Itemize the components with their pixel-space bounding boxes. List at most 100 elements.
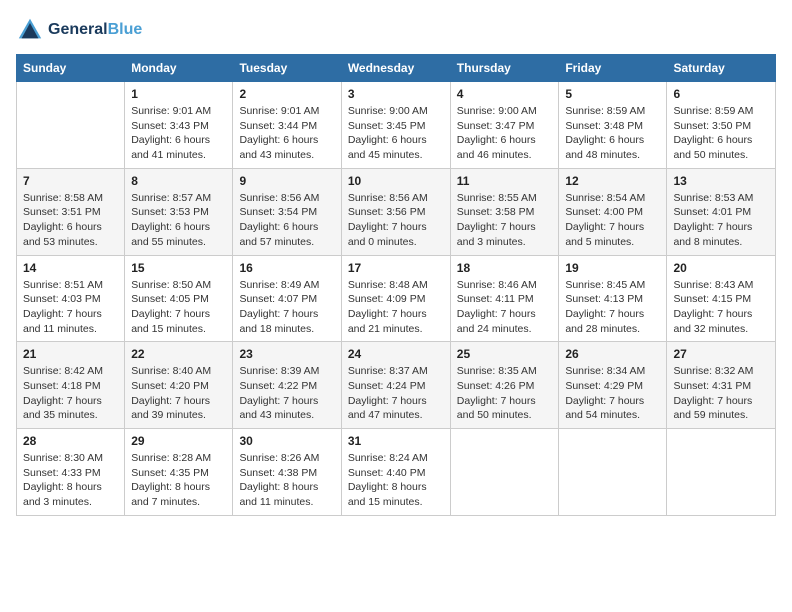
day-info: Sunrise: 9:01 AMSunset: 3:43 PMDaylight:… [131,104,226,163]
day-number: 26 [565,347,660,361]
day-info: Sunrise: 8:57 AMSunset: 3:53 PMDaylight:… [131,191,226,250]
day-info: Sunrise: 8:48 AMSunset: 4:09 PMDaylight:… [348,278,444,337]
page-header: GeneralBlue [16,16,776,44]
column-header-sunday: Sunday [17,55,125,82]
day-number: 13 [673,174,769,188]
day-number: 11 [457,174,553,188]
day-number: 20 [673,261,769,275]
week-row-3: 14 Sunrise: 8:51 AMSunset: 4:03 PMDayligh… [17,255,776,342]
day-number: 18 [457,261,553,275]
day-number: 10 [348,174,444,188]
day-number: 5 [565,87,660,101]
day-number: 24 [348,347,444,361]
day-info: Sunrise: 8:56 AMSunset: 3:56 PMDaylight:… [348,191,444,250]
column-header-monday: Monday [125,55,233,82]
column-header-tuesday: Tuesday [233,55,341,82]
day-number: 19 [565,261,660,275]
day-info: Sunrise: 8:45 AMSunset: 4:13 PMDaylight:… [565,278,660,337]
column-headers: SundayMondayTuesdayWednesdayThursdayFrid… [17,55,776,82]
calendar-cell: 3 Sunrise: 9:00 AMSunset: 3:45 PMDaylight… [341,82,450,169]
day-info: Sunrise: 8:59 AMSunset: 3:48 PMDaylight:… [565,104,660,163]
week-row-4: 21 Sunrise: 8:42 AMSunset: 4:18 PMDayligh… [17,342,776,429]
day-info: Sunrise: 9:00 AMSunset: 3:47 PMDaylight:… [457,104,553,163]
day-info: Sunrise: 8:40 AMSunset: 4:20 PMDaylight:… [131,364,226,423]
week-row-5: 28Sunrise: 8:30 AMSunset: 4:33 PMDayligh… [17,429,776,516]
day-number: 3 [348,87,444,101]
day-info: Sunrise: 8:39 AMSunset: 4:22 PMDaylight:… [239,364,334,423]
day-number: 17 [348,261,444,275]
calendar-cell: 11 Sunrise: 8:55 AMSunset: 3:58 PMDayligh… [450,168,559,255]
day-number: 31 [348,434,444,448]
day-number: 30 [239,434,334,448]
calendar-cell: 24 Sunrise: 8:37 AMSunset: 4:24 PMDayligh… [341,342,450,429]
day-number: 25 [457,347,553,361]
day-info: Sunrise: 8:34 AMSunset: 4:29 PMDaylight:… [565,364,660,423]
calendar-cell: 14 Sunrise: 8:51 AMSunset: 4:03 PMDayligh… [17,255,125,342]
calendar-cell: 30Sunrise: 8:26 AMSunset: 4:38 PMDayligh… [233,429,341,516]
calendar-cell: 8 Sunrise: 8:57 AMSunset: 3:53 PMDaylight… [125,168,233,255]
day-number: 15 [131,261,226,275]
day-info: Sunrise: 8:37 AMSunset: 4:24 PMDaylight:… [348,364,444,423]
day-info: Sunrise: 8:46 AMSunset: 4:11 PMDaylight:… [457,278,553,337]
calendar-cell: 4 Sunrise: 9:00 AMSunset: 3:47 PMDaylight… [450,82,559,169]
day-number: 6 [673,87,769,101]
day-number: 27 [673,347,769,361]
calendar-cell: 15 Sunrise: 8:50 AMSunset: 4:05 PMDayligh… [125,255,233,342]
day-info: Sunrise: 8:54 AMSunset: 4:00 PMDaylight:… [565,191,660,250]
calendar-cell [559,429,667,516]
day-number: 8 [131,174,226,188]
calendar-cell: 5 Sunrise: 8:59 AMSunset: 3:48 PMDaylight… [559,82,667,169]
calendar-cell: 9Sunrise: 8:56 AMSunset: 3:54 PMDaylight… [233,168,341,255]
week-row-1: 1Sunrise: 9:01 AMSunset: 3:43 PMDaylight… [17,82,776,169]
week-row-2: 7 Sunrise: 8:58 AMSunset: 3:51 PMDaylight… [17,168,776,255]
calendar-cell: 12Sunrise: 8:54 AMSunset: 4:00 PMDayligh… [559,168,667,255]
day-number: 14 [23,261,118,275]
logo-icon [16,16,44,44]
day-number: 4 [457,87,553,101]
day-number: 21 [23,347,118,361]
calendar-cell: 31 Sunrise: 8:24 AMSunset: 4:40 PMDayligh… [341,429,450,516]
calendar-cell: 13 Sunrise: 8:53 AMSunset: 4:01 PMDayligh… [667,168,776,255]
calendar-cell: 17 Sunrise: 8:48 AMSunset: 4:09 PMDayligh… [341,255,450,342]
logo: GeneralBlue [16,16,142,44]
calendar-cell: 28Sunrise: 8:30 AMSunset: 4:33 PMDayligh… [17,429,125,516]
day-info: Sunrise: 8:30 AMSunset: 4:33 PMDaylight:… [23,451,118,510]
day-info: Sunrise: 9:00 AMSunset: 3:45 PMDaylight:… [348,104,444,163]
calendar-cell: 2Sunrise: 9:01 AMSunset: 3:44 PMDaylight… [233,82,341,169]
calendar-cell: 29 Sunrise: 8:28 AMSunset: 4:35 PMDayligh… [125,429,233,516]
calendar-cell: 6Sunrise: 8:59 AMSunset: 3:50 PMDaylight… [667,82,776,169]
day-info: Sunrise: 8:43 AMSunset: 4:15 PMDaylight:… [673,278,769,337]
calendar-cell: 10 Sunrise: 8:56 AMSunset: 3:56 PMDayligh… [341,168,450,255]
day-info: Sunrise: 8:51 AMSunset: 4:03 PMDaylight:… [23,278,118,337]
column-header-thursday: Thursday [450,55,559,82]
day-info: Sunrise: 8:50 AMSunset: 4:05 PMDaylight:… [131,278,226,337]
day-info: Sunrise: 8:49 AMSunset: 4:07 PMDaylight:… [239,278,334,337]
day-info: Sunrise: 8:55 AMSunset: 3:58 PMDaylight:… [457,191,553,250]
calendar-cell: 16 Sunrise: 8:49 AMSunset: 4:07 PMDayligh… [233,255,341,342]
day-info: Sunrise: 8:56 AMSunset: 3:54 PMDaylight:… [239,191,334,250]
day-info: Sunrise: 8:28 AMSunset: 4:35 PMDaylight:… [131,451,226,510]
calendar-cell [17,82,125,169]
column-header-wednesday: Wednesday [341,55,450,82]
calendar-table: SundayMondayTuesdayWednesdayThursdayFrid… [16,54,776,516]
day-number: 7 [23,174,118,188]
calendar-cell: 19 Sunrise: 8:45 AMSunset: 4:13 PMDayligh… [559,255,667,342]
calendar-cell: 7 Sunrise: 8:58 AMSunset: 3:51 PMDaylight… [17,168,125,255]
day-number: 29 [131,434,226,448]
calendar-cell: 18 Sunrise: 8:46 AMSunset: 4:11 PMDayligh… [450,255,559,342]
column-header-friday: Friday [559,55,667,82]
day-number: 16 [239,261,334,275]
day-info: Sunrise: 8:24 AMSunset: 4:40 PMDaylight:… [348,451,444,510]
calendar-cell: 27 Sunrise: 8:32 AMSunset: 4:31 PMDayligh… [667,342,776,429]
calendar-cell: 21 Sunrise: 8:42 AMSunset: 4:18 PMDayligh… [17,342,125,429]
day-info: Sunrise: 8:32 AMSunset: 4:31 PMDaylight:… [673,364,769,423]
day-info: Sunrise: 8:58 AMSunset: 3:51 PMDaylight:… [23,191,118,250]
day-number: 23 [239,347,334,361]
calendar-cell: 23 Sunrise: 8:39 AMSunset: 4:22 PMDayligh… [233,342,341,429]
column-header-saturday: Saturday [667,55,776,82]
calendar-cell: 25Sunrise: 8:35 AMSunset: 4:26 PMDayligh… [450,342,559,429]
calendar-cell: 26 Sunrise: 8:34 AMSunset: 4:29 PMDayligh… [559,342,667,429]
day-info: Sunrise: 8:53 AMSunset: 4:01 PMDaylight:… [673,191,769,250]
calendar-cell: 20 Sunrise: 8:43 AMSunset: 4:15 PMDayligh… [667,255,776,342]
day-info: Sunrise: 8:42 AMSunset: 4:18 PMDaylight:… [23,364,118,423]
